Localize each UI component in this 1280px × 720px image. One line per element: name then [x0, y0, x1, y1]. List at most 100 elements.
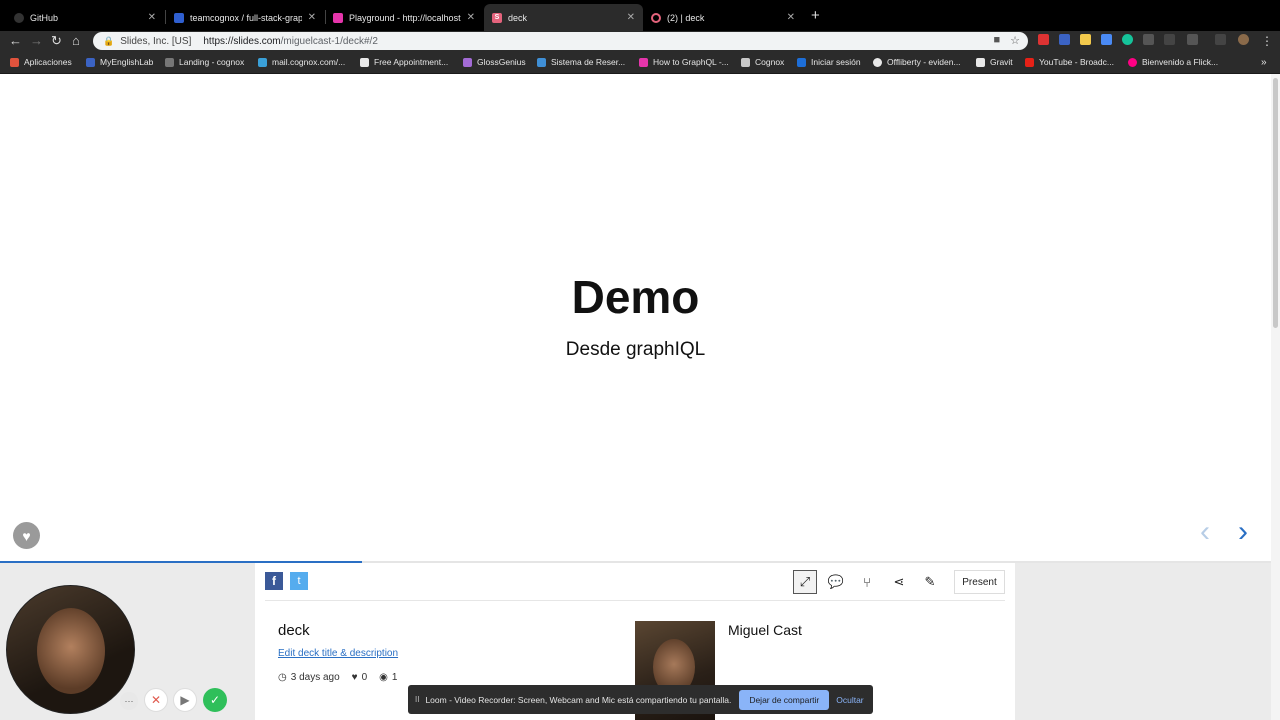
loom-webcam-bubble[interactable]	[6, 585, 135, 714]
loom-pause-icon[interactable]: ▶	[173, 688, 197, 712]
comments-tool-button[interactable]: 💬	[824, 570, 848, 594]
share-icon: ⋖	[893, 574, 905, 589]
heart-icon: ♥	[22, 527, 31, 544]
profile-avatar[interactable]	[1238, 34, 1249, 45]
tab-close-icon[interactable]: ✕	[627, 12, 635, 23]
like-button[interactable]: ♥	[13, 522, 40, 549]
facebook-share-button[interactable]: f	[265, 572, 283, 590]
share-message: Loom - Video Recorder: Screen, Webcam an…	[425, 694, 732, 705]
slide-viewport: Demo Desde graphIQL ♥ ‹ ›	[0, 74, 1271, 562]
extension-icon[interactable]	[1059, 34, 1070, 45]
extension-icon[interactable]	[1038, 34, 1049, 45]
bookmark-label: Bienvenido a Flick...	[1142, 57, 1219, 67]
tab-close-icon[interactable]: ✕	[467, 12, 475, 23]
tab-title: GitHub	[30, 12, 59, 23]
back-icon[interactable]: ←	[9, 33, 22, 49]
bookmark-item[interactable]: Cognox	[741, 57, 784, 67]
forward-icon[interactable]: →	[30, 33, 43, 49]
edit-deck-link[interactable]: Edit deck title & description	[278, 648, 398, 659]
tab-github[interactable]: GitHub ✕	[6, 4, 164, 31]
tab-deck-2[interactable]: (2) | deck ✕	[643, 4, 803, 31]
flickr-icon	[1128, 57, 1137, 67]
bookmark-label: Aplicaciones	[24, 57, 72, 67]
bookmark-label: mail.cognox.com/...	[272, 57, 346, 67]
url-path: /miguelcast-1/deck#/2	[280, 35, 378, 47]
present-button[interactable]: Present	[954, 570, 1005, 594]
comment-icon: 💬	[827, 574, 845, 589]
tab-playground[interactable]: Playground - http://localhost:4 ✕	[325, 4, 483, 31]
bookmark-item[interactable]: GlossGenius	[463, 57, 526, 67]
tab-teamcognox[interactable]: teamcognox / full-stack-graph ✕	[166, 4, 324, 31]
bookmark-label: Landing - cognox	[179, 57, 245, 67]
bookmark-favicon-icon	[165, 57, 174, 67]
bookmark-label: YouTube - Broadc...	[1039, 57, 1114, 67]
panel-divider	[265, 600, 1005, 601]
screen-share-banner: II Loom - Video Recorder: Screen, Webcam…	[408, 685, 873, 714]
deck-likes: 0	[361, 672, 368, 683]
graphql-icon	[639, 57, 648, 67]
edit-tool-button[interactable]: ✎	[918, 570, 942, 594]
tab-title: (2) | deck	[667, 12, 705, 23]
cast-icon[interactable]	[1215, 34, 1226, 45]
bookmark-item[interactable]: YouTube - Broadc...	[1025, 57, 1114, 67]
bookmarks-overflow-icon[interactable]: »	[1261, 57, 1267, 68]
reload-icon[interactable]: ↻	[51, 33, 62, 49]
bookmark-item[interactable]: mail.cognox.com/...	[258, 57, 345, 67]
bookmark-item[interactable]: Gravit	[976, 57, 1013, 67]
bookmark-item[interactable]: How to GraphQL -...	[639, 57, 729, 67]
loom-more-icon[interactable]: ···	[120, 692, 138, 710]
page-scrollbar[interactable]	[1271, 74, 1280, 720]
extension-icon[interactable]	[1187, 34, 1198, 45]
bookmark-label: MyEnglishLab	[100, 57, 154, 67]
address-bar[interactable]: 🔒 Slides, Inc. [US] https://slides.com/m…	[93, 32, 1028, 50]
outlook-icon	[797, 57, 806, 67]
menu-icon[interactable]: ⋮	[1261, 33, 1273, 49]
fork-tool-button[interactable]: ⑂	[855, 570, 879, 594]
deck-title: deck	[278, 622, 310, 639]
bookmark-label: Free Appointment...	[374, 57, 449, 67]
camera-icon[interactable]: ■	[993, 34, 1000, 47]
loom-cancel-icon[interactable]: ✕	[144, 688, 168, 712]
translate-icon[interactable]	[1101, 34, 1112, 45]
fullscreen-tool-button[interactable]: ⤢	[793, 570, 817, 594]
stop-sharing-button[interactable]: Dejar de compartir	[739, 689, 830, 710]
bookmark-item[interactable]: Landing - cognox	[165, 57, 244, 67]
loom-finish-icon[interactable]: ✓	[203, 688, 227, 712]
bookmark-label: Cognox	[755, 57, 785, 67]
tab-deck[interactable]: S deck ✕	[484, 4, 643, 31]
share-tool-button[interactable]: ⋖	[887, 570, 911, 594]
previous-slide-icon[interactable]: ‹	[1200, 517, 1210, 547]
extension-icon[interactable]	[1143, 34, 1154, 45]
bookmark-item[interactable]: Sistema de Reser...	[537, 57, 625, 67]
scrollbar-thumb[interactable]	[1273, 78, 1278, 328]
bookmark-item[interactable]: Bienvenido a Flick...	[1128, 57, 1218, 67]
browser-tab-strip: GitHub ✕ teamcognox / full-stack-graph ✕…	[0, 0, 1280, 31]
star-icon[interactable]: ☆	[1010, 34, 1020, 47]
graphql-icon	[333, 12, 343, 23]
twitter-share-button[interactable]: t	[290, 572, 308, 590]
tab-title: deck	[508, 12, 528, 23]
home-icon[interactable]: ⌂	[72, 33, 80, 49]
bookmark-label: Iniciar sesión	[811, 57, 861, 67]
hide-banner-button[interactable]: Ocultar	[836, 695, 863, 705]
bookmark-favicon-icon	[258, 57, 267, 67]
bookmark-item[interactable]: Aplicaciones	[10, 57, 72, 67]
grammarly-icon[interactable]	[1122, 34, 1133, 45]
tab-close-icon[interactable]: ✕	[787, 12, 795, 23]
extension-icon[interactable]	[1080, 34, 1091, 45]
target-icon	[651, 12, 661, 23]
bookmark-item[interactable]: Iniciar sesión	[797, 57, 861, 67]
expand-icon: ⤢	[799, 574, 811, 589]
bookmark-item[interactable]: Offliberty - eviden...	[873, 57, 961, 67]
extension-icon[interactable]	[1164, 34, 1175, 45]
next-slide-icon[interactable]: ›	[1238, 517, 1248, 547]
bookmark-item[interactable]: Free Appointment...	[360, 57, 448, 67]
fork-icon: ⑂	[863, 574, 871, 590]
tab-close-icon[interactable]: ✕	[308, 12, 316, 23]
facebook-icon: f	[272, 574, 276, 588]
bookmark-item[interactable]: MyEnglishLab	[86, 57, 153, 67]
tab-close-icon[interactable]: ✕	[148, 12, 156, 23]
author-name[interactable]: Miguel Cast	[728, 622, 802, 638]
site-identity: Slides, Inc. [US]	[120, 35, 192, 47]
new-tab-button[interactable]: +	[811, 7, 820, 24]
